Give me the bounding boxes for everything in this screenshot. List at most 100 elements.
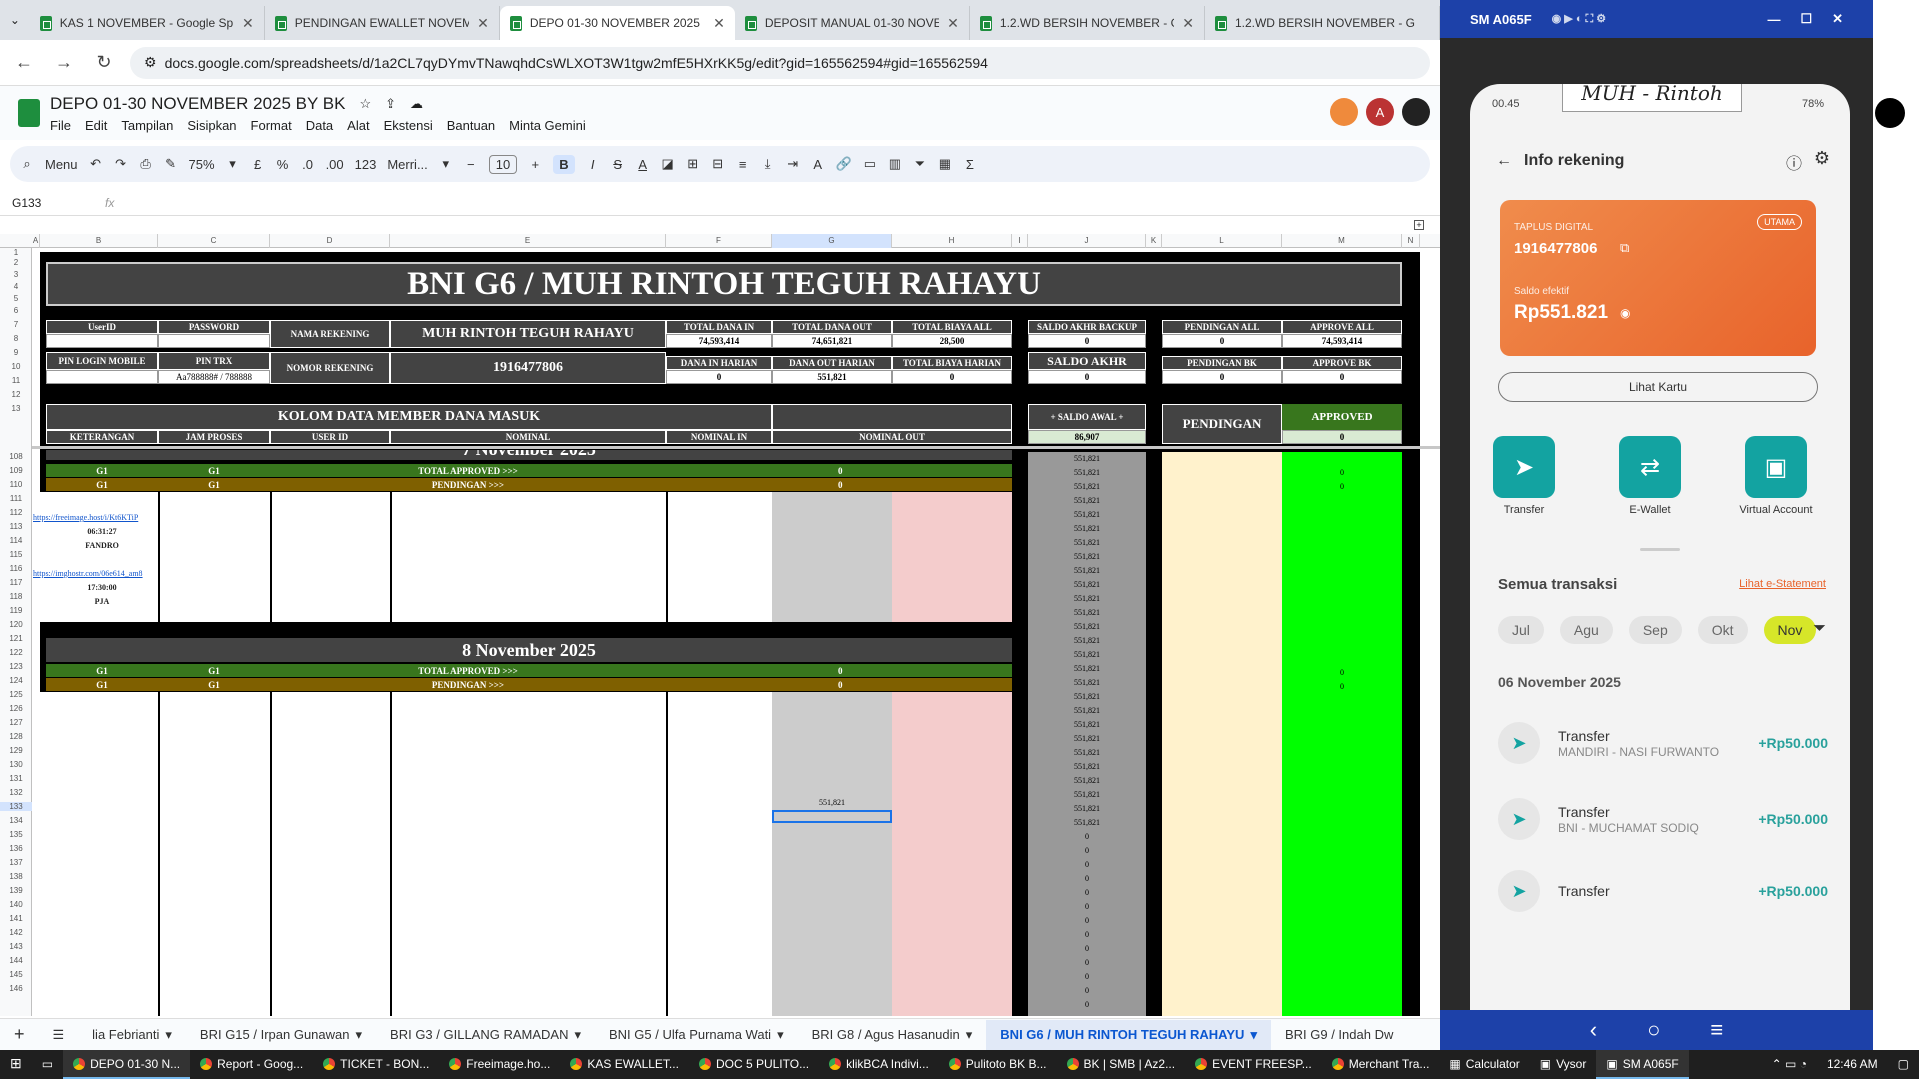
row-header[interactable]: 114 bbox=[0, 536, 32, 545]
approved-column[interactable] bbox=[1282, 452, 1402, 1016]
sheet-tab[interactable]: lia Febrianti ▾ bbox=[78, 1020, 186, 1050]
saldo-cell[interactable]: 551,821 bbox=[1028, 566, 1146, 575]
taskbar-item[interactable]: DOC 5 PULITO... bbox=[689, 1050, 819, 1079]
row-header[interactable]: 132 bbox=[0, 788, 32, 797]
fill-color-icon[interactable]: ◪ bbox=[661, 156, 675, 172]
approved-cell[interactable]: 0 bbox=[1282, 482, 1402, 491]
column-header[interactable]: B bbox=[40, 234, 158, 248]
userid-value[interactable] bbox=[46, 334, 158, 348]
expand-icon[interactable]: + bbox=[1414, 220, 1424, 230]
approved-cell[interactable]: 0 bbox=[1282, 668, 1402, 677]
menu-insert[interactable]: Sisipkan bbox=[187, 118, 236, 133]
rotate-icon[interactable]: A bbox=[811, 157, 825, 172]
filter-icon[interactable]: ⏷ bbox=[913, 156, 927, 172]
keterangan-cell[interactable]: FANDRO bbox=[46, 541, 158, 550]
row-header[interactable]: 109 bbox=[0, 466, 32, 475]
chevron-down-icon[interactable]: ▾ bbox=[165, 1027, 172, 1043]
task-view-icon[interactable]: ▭ bbox=[32, 1050, 63, 1079]
approve-all-value[interactable]: 74,593,414 bbox=[1282, 334, 1402, 348]
menu-tools[interactable]: Alat bbox=[347, 118, 369, 133]
avatar[interactable]: A bbox=[1366, 98, 1394, 126]
star-icon[interactable]: ☆ bbox=[359, 96, 371, 112]
saldo-cell[interactable]: 551,821 bbox=[1028, 496, 1146, 505]
month-chip-active[interactable]: Nov bbox=[1763, 616, 1817, 644]
url-bar[interactable]: ⚙ docs.google.com/spreadsheets/d/1a2CL7qy… bbox=[130, 46, 1430, 79]
saldo-cell[interactable]: 551,821 bbox=[1028, 776, 1146, 785]
menu-file[interactable]: File bbox=[50, 118, 71, 133]
all-sheets-icon[interactable]: ☰ bbox=[39, 1020, 79, 1050]
row-header[interactable]: 145 bbox=[0, 970, 32, 979]
row-header[interactable]: 1 bbox=[0, 248, 32, 257]
row-header[interactable]: 112 bbox=[0, 508, 32, 517]
column-header[interactable]: E bbox=[390, 234, 666, 248]
browser-tab[interactable]: 1.2.WD BERSIH NOVEMBER - G bbox=[1205, 6, 1440, 40]
row-header[interactable]: 144 bbox=[0, 956, 32, 965]
total-approved-value[interactable]: 0 bbox=[666, 664, 1012, 677]
menu-gemini[interactable]: Minta Gemini bbox=[509, 118, 586, 133]
menu-extensions[interactable]: Ekstensi bbox=[384, 118, 433, 133]
taskbar-item[interactable]: ▣ Vysor bbox=[1530, 1050, 1597, 1079]
saldo-cell[interactable]: 0 bbox=[1028, 846, 1146, 855]
paint-format-icon[interactable]: ✎ bbox=[164, 156, 178, 172]
zoom-select[interactable]: 75% bbox=[189, 157, 215, 172]
taskbar-item[interactable]: ▦ Calculator bbox=[1439, 1050, 1529, 1079]
close-icon[interactable]: ✕ bbox=[1832, 11, 1843, 27]
chevron-down-icon[interactable]: ▾ bbox=[574, 1027, 581, 1043]
row-header[interactable]: 12 bbox=[0, 390, 32, 399]
saldo-cell[interactable]: 551,821 bbox=[1028, 818, 1146, 827]
sheet-tab[interactable]: BRI G8 / Agus Hasanudin ▾ bbox=[798, 1020, 987, 1050]
transaction-item[interactable]: ➤ Transfer +Rp50.000 bbox=[1498, 856, 1828, 926]
ewallet-action[interactable]: ⇄ E-Wallet bbox=[1600, 436, 1700, 516]
home-icon[interactable]: ○ bbox=[1647, 1017, 1660, 1043]
jam-proses-cell[interactable]: 17:30:00 bbox=[46, 583, 158, 592]
sheets-logo-icon[interactable] bbox=[18, 99, 40, 127]
redo-icon[interactable]: ↷ bbox=[114, 156, 128, 172]
pendingan-bk-value[interactable]: 0 bbox=[1162, 370, 1282, 384]
row-header[interactable]: 135 bbox=[0, 830, 32, 839]
decrease-decimal-button[interactable]: .0 bbox=[301, 157, 315, 172]
percent-button[interactable]: % bbox=[276, 157, 290, 172]
profile-avatar[interactable] bbox=[1875, 98, 1905, 128]
row-header[interactable]: 11 bbox=[0, 376, 32, 385]
strikethrough-button[interactable]: S bbox=[611, 157, 625, 172]
saldo-cell[interactable]: 551,821 bbox=[1028, 622, 1146, 631]
saldo-cell[interactable]: 0 bbox=[1028, 832, 1146, 841]
print-icon[interactable]: ⎙ bbox=[139, 156, 153, 172]
notification-icon[interactable]: ▢ bbox=[1888, 1050, 1919, 1079]
nomor-rekening-value[interactable]: 1916477806 bbox=[390, 352, 666, 384]
saldo-cell[interactable]: 551,821 bbox=[1028, 636, 1146, 645]
row-header[interactable]: 127 bbox=[0, 718, 32, 727]
move-icon[interactable]: ⇪ bbox=[385, 96, 396, 112]
transfer-action[interactable]: ➤ Transfer bbox=[1474, 436, 1574, 516]
estatement-link[interactable]: Lihat e-Statement bbox=[1739, 578, 1826, 590]
close-icon[interactable]: ✕ bbox=[1182, 15, 1194, 32]
saldo-cell[interactable]: 0 bbox=[1028, 888, 1146, 897]
row-header[interactable]: 9 bbox=[0, 348, 32, 357]
search-menu-icon[interactable]: ⌕ bbox=[20, 156, 34, 172]
row-header[interactable]: 136 bbox=[0, 844, 32, 853]
row-header[interactable]: 116 bbox=[0, 564, 32, 573]
browser-tab-active[interactable]: DEPO 01-30 NOVEMBER 2025 ✕ bbox=[499, 6, 735, 40]
menu-format[interactable]: Format bbox=[251, 118, 292, 133]
saldo-cell[interactable]: 551,821 bbox=[1028, 580, 1146, 589]
sheet-tab[interactable]: BRI G9 / Indah Dw bbox=[1271, 1020, 1407, 1050]
row-header[interactable]: 137 bbox=[0, 858, 32, 867]
drag-handle[interactable] bbox=[1640, 548, 1680, 551]
row-header[interactable]: 128 bbox=[0, 732, 32, 741]
saldo-cell[interactable]: 551,821 bbox=[1028, 678, 1146, 687]
menu-search[interactable]: Menu bbox=[45, 157, 78, 172]
browser-tab[interactable]: 1.2.WD BERSIH NOVEMBER - G ✕ bbox=[970, 6, 1205, 40]
borders-icon[interactable]: ⊞ bbox=[686, 156, 700, 172]
taskbar-item[interactable]: KAS EWALLET... bbox=[560, 1050, 689, 1079]
row-header[interactable]: 4 bbox=[0, 282, 32, 291]
row-header[interactable]: 113 bbox=[0, 522, 32, 531]
jam-proses-cell[interactable]: 06:31:27 bbox=[46, 527, 158, 536]
menu-data[interactable]: Data bbox=[306, 118, 333, 133]
saldo-cell[interactable]: 551,821 bbox=[1028, 692, 1146, 701]
row-header[interactable]: 133 bbox=[0, 802, 32, 811]
avatar[interactable] bbox=[1402, 98, 1430, 126]
month-chip[interactable]: Sep bbox=[1628, 616, 1682, 644]
taskbar-item[interactable]: DEPO 01-30 N... bbox=[63, 1050, 191, 1079]
nominal-out-cell[interactable]: 551,821 bbox=[772, 798, 892, 807]
sheet-tab[interactable]: BRI G3 / GILLANG RAMADAN ▾ bbox=[376, 1020, 595, 1050]
